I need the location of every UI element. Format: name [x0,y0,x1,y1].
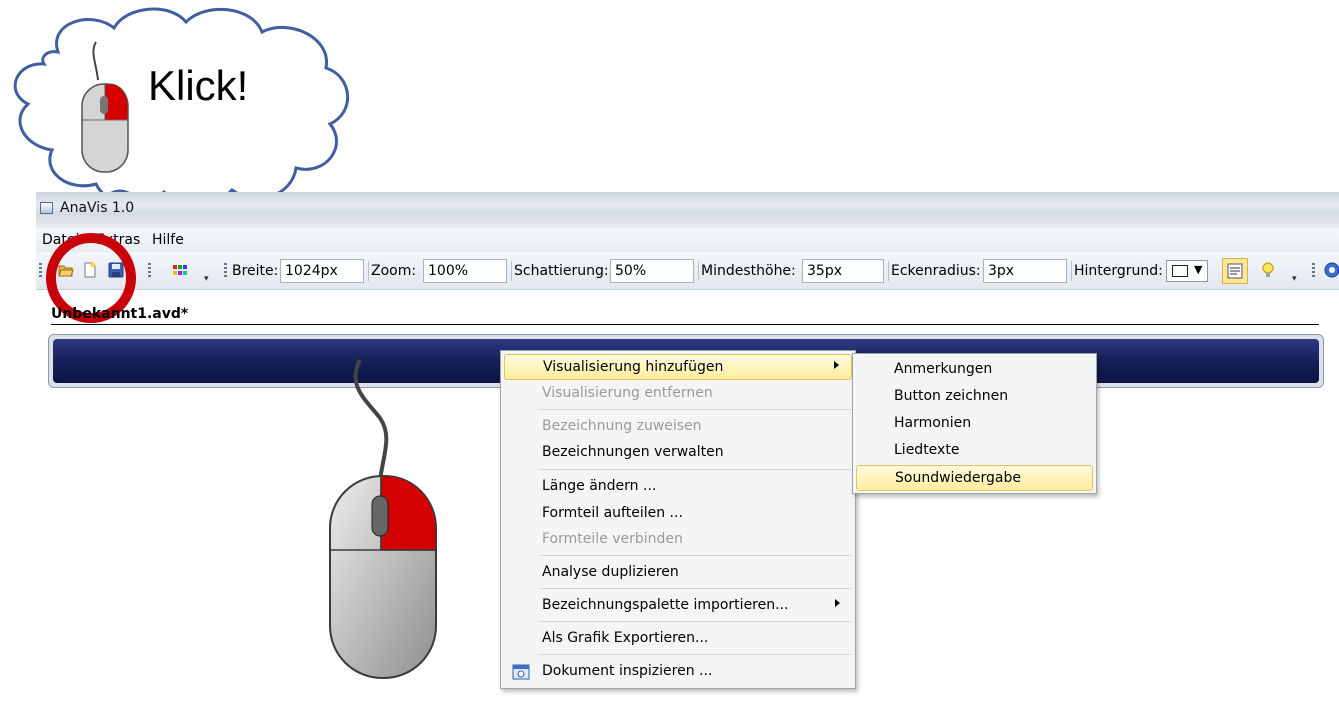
menu-item-inspect-document[interactable]: Dokument inspizieren ... [504,659,852,685]
menu-separator [539,469,851,470]
bulb-dropdown-icon[interactable]: ▾ [1292,274,1297,284]
toolbar-separator [511,261,512,281]
help-icon[interactable] [1324,262,1339,278]
breite-label: Breite: [232,263,279,279]
zoom-label: Zoom: [371,263,417,279]
menu-item-add-visualization[interactable]: Visualisierung hinzufügen [504,354,852,380]
menu-item-export-graphic[interactable]: Als Grafik Exportieren... [504,626,852,652]
menu-separator [539,588,851,589]
menu-separator [539,555,851,556]
toolbar-separator [888,261,889,281]
menu-item-import-label-palette[interactable]: Bezeichnungspalette importieren... [504,593,852,619]
submenu-item-annotations[interactable]: Anmerkungen [856,357,1093,383]
schattierung-input[interactable] [610,259,694,283]
toolbar-separator [368,261,369,281]
menu-separator [539,654,851,655]
menu-item-assign-label: Bezeichnung zuweisen [542,418,702,434]
menu-item-remove-visualization: Visualisierung entfernen [542,385,713,401]
hintergrund-dropdown[interactable]: ▼ [1166,260,1208,282]
toolbar-separator [1071,261,1072,281]
inspect-document-icon [512,664,530,680]
breite-input[interactable] [280,259,364,283]
title-bar: AnaVis 1.0 [36,192,1339,228]
submenu-item-sound-playback[interactable]: Soundwiedergabe [856,465,1093,491]
eckenradius-label: Eckenradius: [891,263,981,279]
menu-separator [539,621,851,622]
layout-toggle-button[interactable] [1222,258,1248,284]
menu-item-join-sections: Formteile verbinden [542,531,683,547]
mouse-illustration [329,359,437,679]
app-icon [40,202,53,214]
submenu-item-lyrics[interactable]: Liedtexte [856,438,1093,464]
submenu-item-harmonies[interactable]: Harmonien [856,411,1093,437]
palette-dropdown-icon[interactable]: ▾ [204,274,209,284]
color-palette-icon[interactable] [172,262,188,278]
submenu-arrow-icon [834,361,839,369]
callout-text: Klick! [148,62,249,109]
hintergrund-label: Hintergrund: [1074,263,1163,279]
menu-item-split-section[interactable]: Formteil aufteilen ... [504,501,852,527]
light-bulb-icon[interactable] [1260,262,1276,278]
toolbar-separator [698,261,699,281]
toolbar-grip-4[interactable] [1312,263,1315,279]
menu-hilfe[interactable]: Hilfe [152,232,184,248]
toolbar: ▾ ▾ Breite: Zoom: Schattierung: Mindesth… [36,252,1339,290]
zoom-input[interactable] [423,259,507,283]
submenu-item-draw-button[interactable]: Button zeichnen [856,384,1093,410]
menu-item-change-length[interactable]: Länge ändern ... [504,474,852,500]
menu-item-manage-labels[interactable]: Bezeichnungen verwalten [504,440,852,466]
toolbar-grip-3[interactable] [224,263,227,279]
background-swatch-icon [1172,265,1188,277]
document-tab-title[interactable]: Unbekannt1.avd* [51,306,188,322]
document-tab-divider [51,324,1319,325]
submenu-arrow-icon [835,599,840,607]
menu-bar: Datei Extras Hilfe [36,228,1339,252]
menu-item-duplicate-analysis[interactable]: Analyse duplizieren [504,560,852,586]
schattierung-label: Schattierung: [514,263,609,279]
chevron-down-icon: ▼ [1194,263,1203,276]
mindesthoehe-input[interactable] [802,259,884,283]
add-visualization-submenu: Anmerkungen Button zeichnen Harmonien Li… [852,353,1097,494]
mindesthoehe-label: Mindesthöhe: [701,263,796,279]
window-title: AnaVis 1.0 [60,200,135,216]
list-icon [1227,263,1243,279]
eckenradius-input[interactable] [983,259,1067,283]
menu-separator [539,409,851,410]
toolbar-grip-2[interactable] [148,263,151,279]
context-menu: Visualisierung hinzufügen Visualisierung… [500,350,856,689]
